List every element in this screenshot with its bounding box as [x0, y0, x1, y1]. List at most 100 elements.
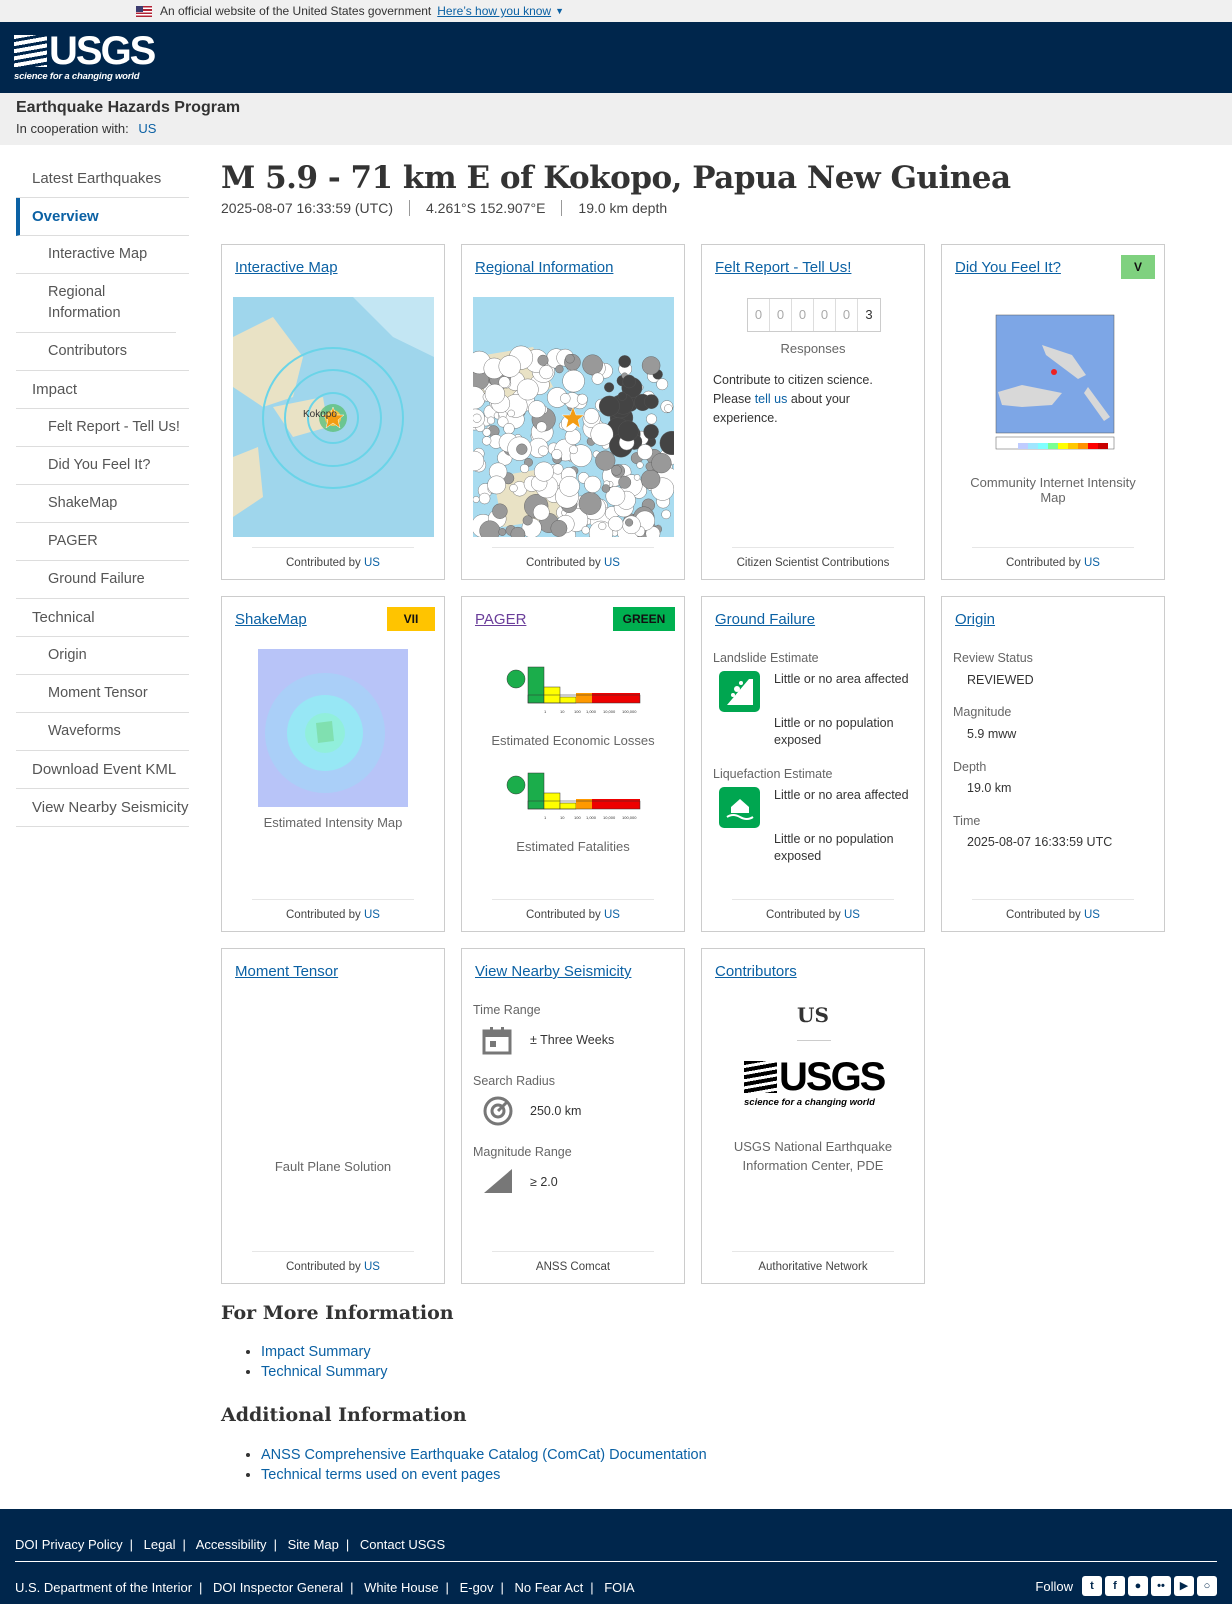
gov-banner-text: An official website of the United States… — [160, 4, 432, 18]
dyfi-map-thumbnail[interactable] — [982, 297, 1122, 455]
svg-text:1,000: 1,000 — [586, 815, 597, 820]
seismicity-marker — [604, 382, 615, 393]
interactive-map-thumbnail[interactable]: Kokopo — [233, 297, 434, 537]
footer-link[interactable]: E-gov — [460, 1580, 494, 1595]
footer-link[interactable]: DOI Inspector General — [213, 1580, 343, 1595]
card-regional-information: Regional Information Contributed by US — [461, 244, 685, 580]
sidebar-item-waveforms[interactable]: Waveforms — [16, 713, 189, 751]
sidebar-item-pager[interactable]: PAGER — [16, 523, 189, 561]
sidebar-item-overview[interactable]: Overview — [16, 198, 189, 236]
shakemap-link[interactable]: ShakeMap — [235, 611, 307, 628]
seismicity-marker — [569, 445, 578, 455]
felt-report-link[interactable]: Felt Report - Tell Us! — [715, 259, 851, 276]
contributor-link[interactable]: US — [1084, 909, 1100, 921]
technical-terms-link[interactable]: Technical terms used on event pages — [261, 1467, 500, 1483]
landslide-population: Little or no population exposed — [774, 716, 894, 747]
technical-summary-link[interactable]: Technical Summary — [261, 1364, 388, 1380]
seismicity-marker — [583, 408, 600, 424]
footer-link[interactable]: Accessibility — [196, 1537, 267, 1552]
liquefaction-icon — [719, 787, 760, 828]
youtube-icon[interactable]: ▶ — [1174, 1576, 1194, 1596]
tell-us-link[interactable]: tell us — [755, 392, 788, 406]
sidebar-item-interactive-map[interactable]: Interactive Map — [16, 236, 189, 274]
seismicity-marker — [611, 464, 622, 476]
contributor-link[interactable]: US — [604, 909, 620, 921]
contributor-link[interactable]: US — [604, 557, 620, 569]
pager-footer: Contributed by US — [462, 899, 684, 921]
contributor-link[interactable]: US — [1084, 557, 1100, 569]
time-range-value: ± Three Weeks — [530, 1033, 615, 1047]
twitter-icon[interactable]: t — [1082, 1576, 1102, 1596]
review-status-label: Review Status — [953, 651, 1033, 665]
shakemap-thumbnail[interactable] — [258, 649, 408, 807]
program-title[interactable]: Earthquake Hazards Program — [16, 99, 1216, 117]
sidebar-item-technical[interactable]: Technical — [16, 599, 189, 637]
seismicity-marker — [507, 409, 515, 418]
sidebar-item-impact[interactable]: Impact — [16, 371, 189, 409]
footer-link[interactable]: DOI Privacy Policy — [15, 1537, 123, 1552]
coop-link[interactable]: US — [138, 121, 156, 136]
nearby-seismicity-link[interactable]: View Nearby Seismicity — [475, 963, 631, 980]
regional-map-thumbnail[interactable] — [473, 297, 674, 537]
nearby-footer: ANSS Comcat — [462, 1251, 684, 1273]
how-you-know-link[interactable]: Here’s how you know — [437, 4, 551, 18]
sidebar-item-nearby-seismicity[interactable]: View Nearby Seismicity — [16, 789, 189, 827]
footer-link[interactable]: No Fear Act — [515, 1580, 584, 1595]
seismicity-marker — [534, 461, 554, 482]
sidebar-item-contributors[interactable]: Contributors — [16, 333, 189, 371]
time-value: 2025-08-07 16:33:59 UTC — [967, 835, 1113, 849]
logo-tagline: science for a changing world — [14, 71, 140, 82]
time-range-label: Time Range — [473, 1003, 541, 1017]
footer-link[interactable]: Contact USGS — [360, 1537, 445, 1552]
svg-text:10,000: 10,000 — [603, 709, 616, 714]
interactive-map-link[interactable]: Interactive Map — [235, 259, 338, 276]
sidebar-item-origin[interactable]: Origin — [16, 637, 189, 675]
card-origin: Origin Review Status REVIEWED Magnitude … — [941, 596, 1165, 932]
regional-information-link[interactable]: Regional Information — [475, 259, 613, 276]
event-title: M 5.9 - 71 km E of Kokopo, Papua New Gui… — [221, 160, 1011, 196]
github-icon[interactable]: ● — [1128, 1576, 1148, 1596]
event-meta: 2025-08-07 16:33:59 (UTC) 4.261°S 152.90… — [221, 200, 1221, 216]
contributors-link[interactable]: Contributors — [715, 963, 797, 980]
sidebar-item-regional-information[interactable]: Regional Information — [16, 274, 176, 333]
contributor-link[interactable]: US — [364, 557, 380, 569]
contributor-link[interactable]: US — [844, 909, 860, 921]
interactive-map-footer: Contributed by US — [222, 547, 444, 569]
seismicity-marker — [637, 444, 653, 460]
follow-label: Follow — [1035, 1578, 1073, 1594]
seismicity-marker — [643, 424, 659, 440]
origin-link[interactable]: Origin — [955, 611, 995, 628]
contributor-link[interactable]: US — [364, 909, 380, 921]
sidebar-item-shakemap[interactable]: ShakeMap — [16, 485, 189, 523]
footer-link[interactable]: Site Map — [288, 1537, 339, 1552]
footer-divider — [15, 1561, 1217, 1562]
instagram-icon[interactable]: ○ — [1197, 1576, 1217, 1596]
seismicity-marker — [487, 475, 506, 495]
flickr-icon[interactable]: •• — [1151, 1576, 1171, 1596]
footer-link[interactable]: Legal — [144, 1537, 176, 1552]
sidebar-item-ground-failure[interactable]: Ground Failure — [16, 561, 189, 599]
comcat-docs-link[interactable]: ANSS Comprehensive Earthquake Catalog (C… — [261, 1447, 707, 1463]
usgs-logo[interactable]: USGS science for a changing world — [14, 31, 156, 82]
dyfi-link[interactable]: Did You Feel It? — [955, 259, 1061, 276]
sidebar-item-moment-tensor[interactable]: Moment Tensor — [16, 675, 189, 713]
sidebar-item-download-kml[interactable]: Download Event KML — [16, 751, 189, 789]
seismicity-marker — [617, 391, 627, 401]
shakemap-caption: Estimated Intensity Map — [263, 815, 403, 830]
facebook-icon[interactable]: f — [1105, 1576, 1125, 1596]
list-item: Technical Summary — [261, 1364, 388, 1380]
seismicity-marker — [522, 515, 533, 526]
contributor-link[interactable]: US — [364, 1261, 380, 1273]
seismicity-marker — [538, 445, 549, 457]
pager-link[interactable]: PAGER — [475, 611, 526, 628]
impact-summary-link[interactable]: Impact Summary — [261, 1344, 371, 1360]
moment-tensor-link[interactable]: Moment Tensor — [235, 963, 338, 980]
footer-link[interactable]: White House — [364, 1580, 438, 1595]
sidebar-item-dyfi[interactable]: Did You Feel It? — [16, 447, 189, 485]
sidebar-item-felt-report[interactable]: Felt Report - Tell Us! — [16, 409, 189, 447]
sidebar-item-latest-earthquakes[interactable]: Latest Earthquakes — [16, 160, 189, 198]
ground-failure-link[interactable]: Ground Failure — [715, 611, 815, 628]
footer-link[interactable]: FOIA — [604, 1580, 634, 1595]
footer-link[interactable]: U.S. Department of the Interior — [15, 1580, 192, 1595]
seismicity-marker — [640, 469, 661, 490]
